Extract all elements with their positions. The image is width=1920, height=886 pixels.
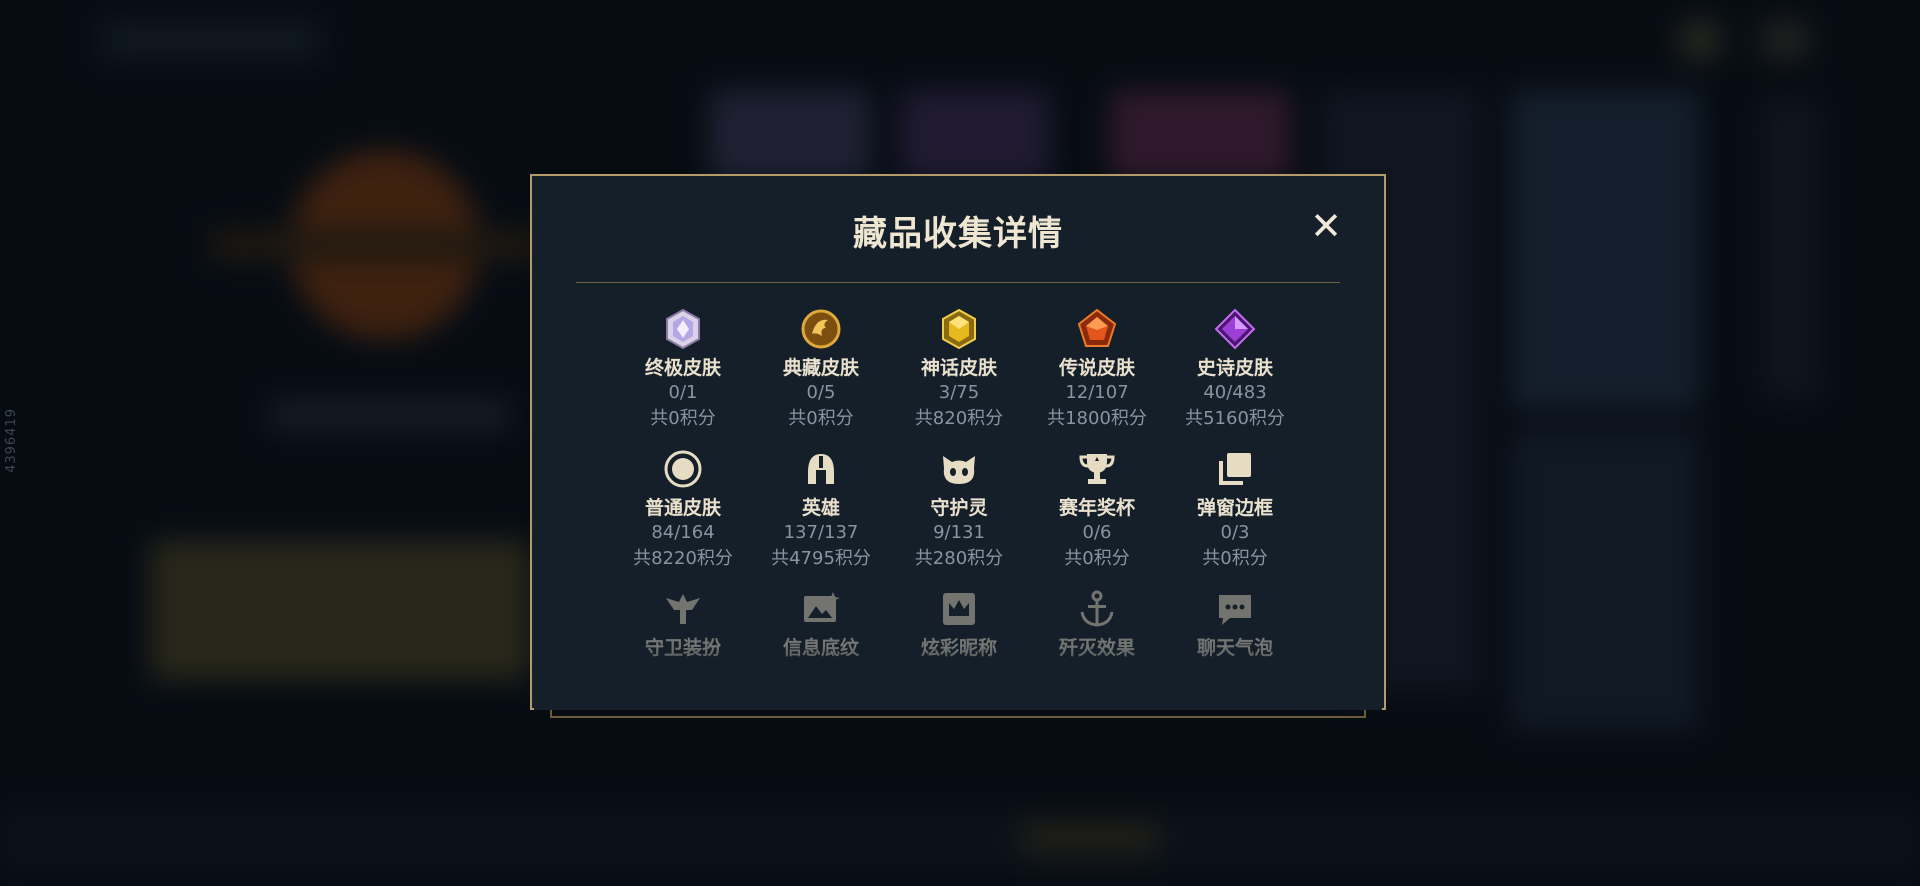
collection-item-epic[interactable]: 史诗皮肤 40/483 共5160积分 [1166,306,1304,432]
collection-item-companions[interactable]: 守护灵 9/131 共280积分 [890,446,1028,572]
item-label: 赛年奖杯 [1058,497,1135,519]
close-icon: ✕ [1310,204,1342,248]
mythic-gem-icon [936,306,982,352]
item-points: 共0积分 [650,408,716,429]
item-points: 共4795积分 [771,548,871,569]
companion-icon [936,446,982,492]
item-points: 共0积分 [1064,548,1130,569]
collection-item-legendary[interactable]: 传说皮肤 12/107 共1800积分 [1028,306,1166,432]
collection-grid: 终极皮肤 0/1 共0积分 典藏皮肤 0/5 共0积分 神话皮肤 3/75 共8… [614,306,1304,660]
item-count: 40/483 [1203,382,1267,403]
item-label: 炫彩昵称 [920,637,997,659]
guardian-icon [660,586,706,632]
collection-item-prestige[interactable]: 典藏皮肤 0/5 共0积分 [752,306,890,432]
item-label: 典藏皮肤 [782,357,859,379]
item-label: 史诗皮肤 [1196,357,1273,379]
collection-item-ward-skins[interactable]: 守卫装扮 [614,586,752,660]
frame-stack-icon [1212,446,1258,492]
item-label: 普通皮肤 [644,497,721,519]
collection-item-nicknames[interactable]: 炫彩昵称 [890,586,1028,660]
item-count: 0/3 [1220,522,1250,543]
item-count: 0/5 [806,382,836,403]
item-label: 守护灵 [930,497,988,519]
collection-item-champions[interactable]: 英雄 137/137 共4795积分 [752,446,890,572]
item-label: 信息底纹 [782,637,859,659]
item-count: 137/137 [783,522,859,543]
item-points: 共5160积分 [1185,408,1285,429]
item-points: 共1800积分 [1047,408,1147,429]
dialog-title: 藏品收集详情 [853,214,1063,254]
dialog-bottom-edge [550,710,1366,718]
item-count: 12/107 [1065,382,1129,403]
item-label: 歼灭效果 [1058,637,1135,659]
item-label: 弹窗边框 [1196,497,1273,519]
item-count: 0/1 [668,382,698,403]
collection-item-chat-bubbles[interactable]: 聊天气泡 [1166,586,1304,660]
item-label: 神话皮肤 [920,357,997,379]
collection-item-mythic[interactable]: 神话皮肤 3/75 共820积分 [890,306,1028,432]
item-points: 共0积分 [788,408,854,429]
item-points: 共820积分 [914,408,1004,429]
collection-item-classic[interactable]: 普通皮肤 84/164 共8220积分 [614,446,752,572]
item-points: 共280积分 [914,548,1004,569]
collection-item-trophies[interactable]: 赛年奖杯 0/6 共0积分 [1028,446,1166,572]
banner-image-icon [798,586,844,632]
item-label: 守卫装扮 [644,637,721,659]
item-count: 84/164 [651,522,715,543]
item-points: 共0积分 [1202,548,1268,569]
item-label: 英雄 [801,497,840,519]
close-button[interactable]: ✕ [1306,206,1346,246]
legendary-gem-icon [1074,306,1120,352]
item-count: 9/131 [933,522,985,543]
collection-item-ultimate[interactable]: 终极皮肤 0/1 共0积分 [614,306,752,432]
chat-bubble-icon [1212,586,1258,632]
trophy-icon [1074,446,1120,492]
item-label: 传说皮肤 [1058,357,1135,379]
item-count: 3/75 [938,382,980,403]
side-id-text: 4396419 [4,408,19,473]
item-label: 终极皮肤 [644,357,721,379]
circle-icon [660,446,706,492]
title-divider [576,282,1340,283]
item-count: 0/6 [1082,522,1112,543]
ultimate-gem-icon [660,306,706,352]
collection-item-banners[interactable]: 信息底纹 [752,586,890,660]
collection-item-finishers[interactable]: 歼灭效果 [1028,586,1166,660]
collection-item-frames[interactable]: 弹窗边框 0/3 共0积分 [1166,446,1304,572]
helmet-icon [798,446,844,492]
collection-details-dialog: 藏品收集详情 ✕ 终极皮肤 0/1 共0积分 典藏皮肤 0/5 共0积分 神话皮… [530,174,1386,710]
dragon-emblem-icon [798,306,844,352]
anchor-icon [1074,586,1120,632]
item-points: 共8220积分 [633,548,733,569]
crown-card-icon [936,586,982,632]
item-label: 聊天气泡 [1196,637,1273,659]
epic-gem-icon [1212,306,1258,352]
